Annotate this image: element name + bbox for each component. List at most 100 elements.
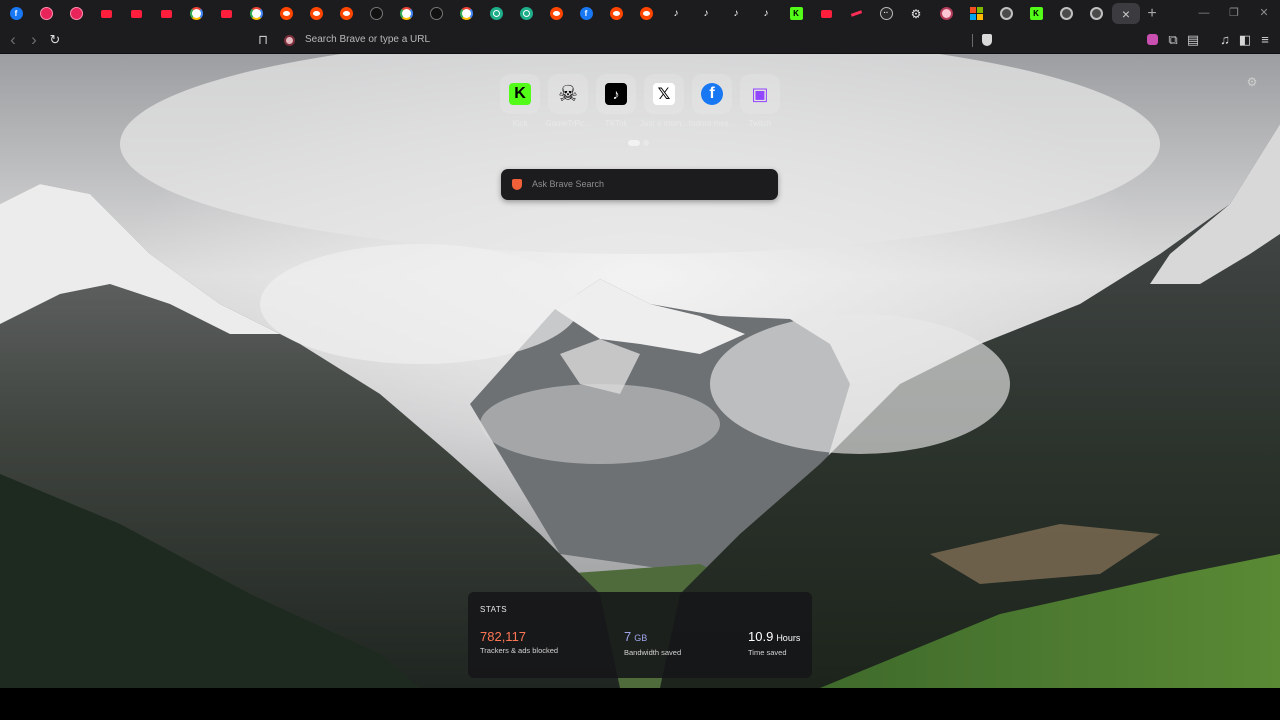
dots-icon: ·· [879,7,893,20]
tab-google[interactable] [452,3,480,24]
tab-gag[interactable] [32,3,60,24]
skull-glyph: ☠ [558,81,578,106]
forward-button[interactable]: › [27,31,41,48]
gear-icon: ⚙ [910,6,922,21]
minimize-button[interactable]: — [1196,4,1212,22]
tab-google[interactable] [182,3,210,24]
brave-search-box[interactable]: Ask Brave Search [501,169,778,200]
tab-kick[interactable]: K [1022,3,1050,24]
kick-icon: K [1029,7,1043,20]
reddit-icon [309,7,323,20]
tab-google[interactable] [242,3,270,24]
tab-darkcirc[interactable] [362,3,390,24]
close-window-button[interactable]: ✕ [1256,4,1272,22]
tab-facebook[interactable]: f [572,3,600,24]
tab-reddit[interactable] [542,3,570,24]
tab-youtube[interactable] [92,3,120,24]
tab-youtube[interactable] [212,3,240,24]
tab-kook[interactable] [1052,3,1080,24]
top-site-tile[interactable]: f todoro mes... [688,74,736,130]
tab-kick[interactable]: K [782,3,810,24]
tiktok-icon: ♪ [596,74,636,114]
brave-icon [939,7,953,20]
back-button[interactable]: ‹ [6,31,20,48]
tab-brave[interactable] [932,3,960,24]
rewards-icon[interactable] [1147,32,1159,48]
tab-google[interactable] [392,3,420,24]
reddit-icon [339,7,353,20]
tab-reddit[interactable] [302,3,330,24]
youtube-icon [100,7,113,20]
pager-dot-active[interactable] [628,140,640,146]
reddit-icon [609,7,623,20]
tab-redline[interactable] [842,3,870,24]
sidebar-icon[interactable]: ◧ [1238,32,1252,48]
reload-button[interactable]: ↻ [47,32,63,48]
tab-ms[interactable] [962,3,990,24]
tab-gear[interactable]: ⚙ [902,3,930,24]
browser-window: × K ⚙ ·· K ♪ ♪ ♪ ♪ f f + — ❐ ✕ ‹ › ↻ ⊓ Search Brav… [0,0,1280,720]
google-icon [189,7,203,20]
tab-tiktok[interactable]: ♪ [752,3,780,24]
top-site-tile[interactable]: ☠ GameTrPc... [544,74,592,130]
tab-facebook[interactable]: f [2,3,30,24]
tab-youtube[interactable] [122,3,150,24]
bookmark-icon[interactable]: ⊓ [258,32,272,48]
youtube-icon [220,7,233,20]
top-site-label: Kick [512,119,528,128]
tab-dots[interactable]: ·· [872,3,900,24]
top-site-tile[interactable]: 𝕏 Just a mom... [640,74,688,130]
tab-reddit[interactable] [332,3,360,24]
gag-icon [39,7,53,20]
top-site-label: Twitch [748,119,772,128]
brave-shields-icon[interactable] [982,34,992,46]
new-tab-page: ⚙ K Kick ☠ GameTrPc... ♪ TikTok 𝕏 Just a mom...… [0,54,1280,688]
top-site-tile[interactable]: K Kick [496,74,544,130]
top-site-tile[interactable]: ▣ Twitch [736,74,784,130]
top-site-tile[interactable]: ♪ TikTok [592,74,640,130]
media-icon[interactable]: ♫ [1218,32,1232,48]
close-tab-icon[interactable]: × [1122,6,1130,22]
reddit-icon [279,7,293,20]
tab-youtube[interactable] [152,3,180,24]
tab-icon[interactable]: ▤ [1186,32,1200,48]
tab-youtube[interactable] [812,3,840,24]
stats-widget: STATS 782,117 Trackers & ads blocked 7 GB… [468,592,812,678]
ms-icon [969,7,983,20]
time-label: Time saved [748,648,787,657]
address-bar[interactable]: ⊓ Search Brave or type a URL [257,30,999,51]
menu-icon[interactable]: ≡ [1258,32,1272,48]
new-tab-button[interactable]: + [1145,3,1159,24]
pager-dot[interactable] [643,140,649,146]
kick-glyph: K [509,83,531,105]
brave-lion-icon [512,179,522,190]
extensions-icon[interactable]: ⧉ [1166,32,1180,48]
restore-button[interactable]: ❐ [1226,4,1242,22]
tab-reddit[interactable] [602,3,630,24]
customize-gear-icon[interactable]: ⚙ [1245,75,1259,89]
tab-tiktok[interactable]: ♪ [722,3,750,24]
tab-kook[interactable] [992,3,1020,24]
time-unit: Hours [776,633,801,643]
stat-trackers: 782,117 Trackers & ads blocked [480,629,558,655]
bandwidth-unit: GB [634,633,648,643]
tab-chatgpt[interactable] [482,3,510,24]
top-site-label: todoro mes... [688,119,736,128]
tab-gag[interactable] [62,3,90,24]
kick-icon: K [789,7,803,20]
stat-time: 10.9 Hours Time saved [748,629,800,657]
tab-darkcirc[interactable] [422,3,450,24]
tab-kook[interactable] [1082,3,1110,24]
search-placeholder: Ask Brave Search [532,179,605,189]
tab-active-new-tab[interactable]: × [1112,3,1140,24]
trackers-value: 782,117 [480,629,527,644]
tab-reddit[interactable] [632,3,660,24]
tab-reddit[interactable] [272,3,300,24]
tab-tiktok[interactable]: ♪ [662,3,690,24]
tab-chatgpt[interactable] [512,3,540,24]
darkcirc-icon [429,7,443,20]
x-icon: 𝕏 [644,74,684,114]
tab-tiktok[interactable]: ♪ [692,3,720,24]
google-icon [249,7,263,20]
taskbar-area [0,688,1280,720]
